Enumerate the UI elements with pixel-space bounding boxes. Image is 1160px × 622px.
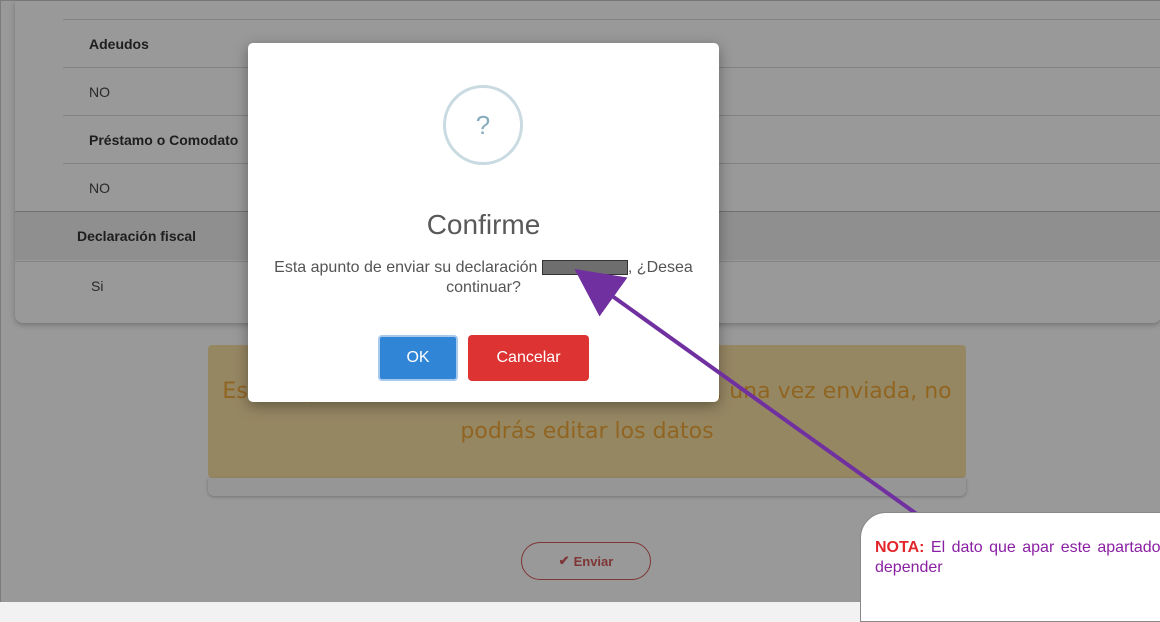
annotation-note: NOTA: El dato que apar este apartado, de… — [860, 512, 1160, 622]
note-prefix: NOTA: — [875, 539, 925, 556]
